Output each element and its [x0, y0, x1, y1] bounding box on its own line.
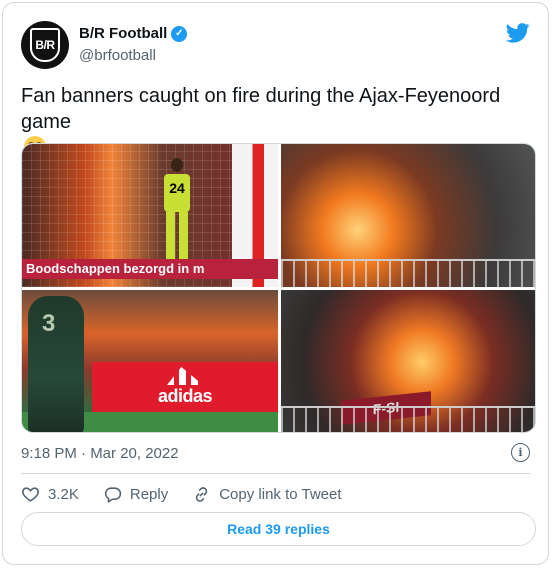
link-icon	[196, 486, 208, 502]
author-handle[interactable]: @brfootball	[79, 47, 156, 64]
goalkeeper-figure: 24	[164, 156, 190, 272]
media-grid: 24 Boodschappen bezorgd in m adidas 3 F-…	[21, 143, 536, 433]
like-button[interactable]: 3.2K	[21, 485, 79, 504]
copy-link-label: Copy link to Tweet	[219, 485, 342, 503]
reply-button[interactable]: Reply	[103, 485, 168, 504]
stand-fence	[281, 259, 535, 287]
br-logo: B/R	[30, 28, 60, 62]
divider	[21, 473, 530, 474]
tweet-timestamp[interactable]: 9:18 PM · Mar 20, 2022	[21, 445, 179, 462]
photo-keeper-fire[interactable]: 24 Boodschappen bezorgd in m	[22, 144, 278, 287]
reply-bubble-icon	[104, 486, 121, 503]
like-count: 3.2K	[48, 485, 79, 503]
photo-adidas-fire[interactable]: adidas 3	[22, 290, 278, 432]
feyenoord-player-figure: 3	[28, 296, 84, 432]
author-name-row[interactable]: B/R Football ✓	[79, 25, 188, 42]
verified-badge-icon: ✓	[171, 25, 188, 42]
ad-board-text: Boodschappen bezorgd in m	[22, 259, 278, 279]
heart-icon	[22, 486, 39, 502]
keeper-head	[171, 158, 183, 172]
action-bar: 3.2K Reply Copy link to Tweet	[21, 483, 366, 505]
adidas-logo-icon	[167, 367, 203, 385]
keeper-shirt: 24	[164, 174, 190, 212]
avatar[interactable]: B/R	[21, 21, 69, 69]
adidas-word: adidas	[157, 386, 213, 406]
reply-label: Reply	[129, 485, 169, 503]
photo-banner-fire[interactable]: F-SI	[281, 290, 535, 432]
photo-stands-fire[interactable]	[281, 144, 535, 287]
copy-link-button[interactable]: Copy link to Tweet	[192, 485, 342, 504]
tweet-text-content: Fan banners caught on fire during the Aj…	[21, 85, 501, 133]
adidas-board: adidas	[92, 362, 278, 412]
tweet-card: B/R B/R Football ✓ @brfootball Fan banne…	[2, 2, 549, 565]
info-icon[interactable]: i	[511, 443, 530, 462]
author-name[interactable]: B/R Football	[79, 25, 167, 42]
read-replies-button[interactable]: Read 39 replies	[21, 512, 536, 546]
twitter-bird-icon[interactable]	[506, 23, 530, 43]
stand-fence-2	[281, 406, 535, 432]
